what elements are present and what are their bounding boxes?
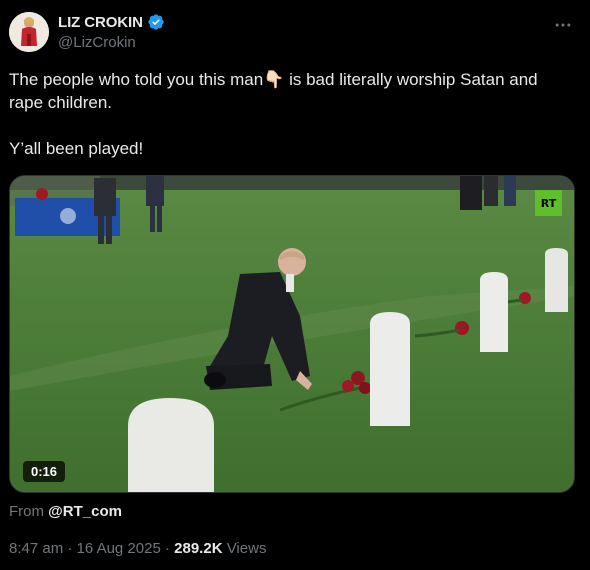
author-display-name[interactable]: LIZ CROKIN bbox=[58, 14, 143, 31]
video-duration-badge: 0:16 bbox=[23, 461, 66, 482]
meta-separator-2: · bbox=[164, 540, 170, 557]
author-handle[interactable]: @LizCrokin bbox=[58, 34, 165, 51]
tweet-text: The people who told you this man👇🏻 is ba… bbox=[9, 68, 569, 160]
avatar[interactable] bbox=[9, 12, 49, 52]
source-attribution: From @RT_com bbox=[9, 503, 122, 520]
tweet-date[interactable]: 16 Aug 2025 bbox=[77, 540, 161, 557]
views-count: 289.2K bbox=[174, 540, 223, 557]
source-prefix: From bbox=[9, 503, 44, 520]
more-horizontal-icon[interactable] bbox=[552, 14, 574, 36]
meta-separator: · bbox=[67, 540, 73, 557]
verified-badge-icon bbox=[147, 13, 165, 31]
rt-watermark-logo: RT bbox=[535, 190, 562, 216]
tweet-time[interactable]: 8:47 am bbox=[9, 540, 63, 557]
tweet-text-line-1: The people who told you this man👇🏻 is ba… bbox=[9, 70, 538, 112]
tweet-meta: 8:47 am · 16 Aug 2025 · 289.2K Views bbox=[9, 540, 266, 557]
views-label: Views bbox=[226, 540, 267, 557]
video-frame bbox=[10, 176, 574, 492]
tweet-header: LIZ CROKIN @LizCrokin bbox=[9, 12, 578, 54]
source-handle-link[interactable]: @RT_com bbox=[48, 503, 122, 520]
tweet-text-line-2: Y’all been played! bbox=[9, 139, 144, 158]
video-player[interactable]: RT 0:16 bbox=[9, 175, 575, 493]
